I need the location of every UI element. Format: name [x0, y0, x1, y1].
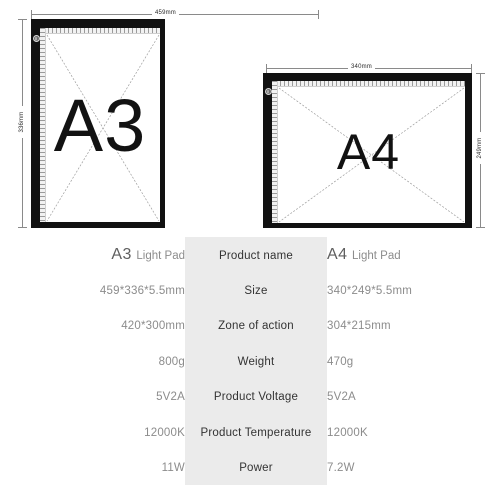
- spec-a3-value: 800g: [0, 343, 185, 378]
- a4-value-text: 304*215mm: [327, 320, 391, 333]
- a4-height-label: 249mm: [475, 132, 485, 164]
- a4-product-name-size: A4: [327, 245, 348, 263]
- spec-a4-value: A4 Light Pad: [327, 237, 500, 272]
- spec-a3-value: 11W: [0, 449, 185, 484]
- a4-screen-label: A4: [336, 124, 401, 180]
- spec-key: Size: [185, 272, 327, 307]
- spec-a3-value: 12000K: [0, 414, 185, 449]
- spec-key: Product Temperature: [185, 414, 327, 449]
- a4-value-text: 470g: [327, 355, 354, 368]
- a3-light-pad: A3: [31, 19, 165, 228]
- a4-height-cap-bottom: [476, 227, 485, 228]
- spec-a3-value: 459*336*5.5mm: [0, 272, 185, 307]
- a3-width-cap-left: [31, 10, 32, 19]
- a4-value-text: 5V2A: [327, 391, 356, 404]
- a3-width-cap-right: [318, 10, 319, 19]
- spec-row: 800g Weight 470g: [0, 343, 500, 378]
- a3-value-text: 420*300mm: [121, 320, 185, 333]
- spec-key: Product Voltage: [185, 379, 327, 414]
- spec-a4-value: 304*215mm: [327, 308, 500, 343]
- a4-value-text: 12000K: [327, 426, 368, 439]
- spec-row: 12000K Product Temperature 12000K: [0, 414, 500, 449]
- a3-width-label: 459mm: [152, 10, 180, 16]
- a3-height-cap-bottom: [18, 227, 27, 228]
- a3-power-button-icon: [32, 35, 40, 42]
- spec-a3-value: A3 Light Pad: [0, 237, 185, 272]
- a4-light-pad: A4: [263, 73, 472, 228]
- a3-height-cap-top: [18, 19, 27, 20]
- a4-screen: A4: [272, 81, 465, 223]
- product-comparison-page: 459mm 336mm A3 340mm 249mm A4 A3 Light P…: [0, 0, 500, 500]
- spec-a4-value: 470g: [327, 343, 500, 378]
- a3-value-text: 11W: [161, 462, 185, 475]
- spec-key-text: Product Voltage: [213, 391, 299, 404]
- spec-row: 459*336*5.5mm Size 340*249*5.5mm: [0, 272, 500, 307]
- spec-key-text: Zone of action: [218, 320, 294, 333]
- spec-key: Product name: [185, 237, 327, 272]
- a3-value-text: 459*336*5.5mm: [99, 285, 185, 298]
- a4-value-text: 7.2W: [327, 462, 355, 475]
- a4-height-cap-top: [476, 73, 485, 74]
- spec-row: 5V2A Product Voltage 5V2A: [0, 379, 500, 414]
- spec-key-text: Product Temperature: [200, 426, 312, 439]
- a3-product-name-type: Light Pad: [136, 249, 185, 262]
- spec-a4-value: 340*249*5.5mm: [327, 272, 500, 307]
- spec-row: 420*300mm Zone of action 304*215mm: [0, 308, 500, 343]
- spec-a4-value: 7.2W: [327, 449, 500, 484]
- product-diagram: 459mm 336mm A3 340mm 249mm A4: [0, 0, 500, 237]
- a3-value-text: 12000K: [144, 426, 185, 439]
- spec-a3-value: 5V2A: [0, 379, 185, 414]
- spec-a3-value: 420*300mm: [0, 308, 185, 343]
- spec-key: Weight: [185, 343, 327, 378]
- specification-table: A3 Light Pad Product name A4 Light Pad 459*…: [0, 237, 500, 485]
- a3-screen-label: A3: [53, 83, 147, 167]
- spec-key-text: Product name: [219, 249, 293, 262]
- a4-power-button-icon: [264, 88, 272, 95]
- a3-screen: A3: [40, 28, 160, 222]
- spec-key-text: Size: [244, 285, 268, 298]
- spec-a4-value: 5V2A: [327, 379, 500, 414]
- a4-width-label: 340mm: [348, 64, 376, 70]
- a3-value-text: 800g: [158, 355, 185, 368]
- spec-a4-value: 12000K: [327, 414, 500, 449]
- spec-key: Power: [185, 449, 327, 484]
- a4-value-text: 340*249*5.5mm: [327, 285, 413, 298]
- a4-width-cap-right: [471, 64, 472, 73]
- spec-key-text: Weight: [237, 355, 275, 368]
- a3-product-name-size: A3: [111, 245, 132, 263]
- spec-row: A3 Light Pad Product name A4 Light Pad: [0, 237, 500, 272]
- a4-product-name-type: Light Pad: [352, 249, 401, 262]
- spec-key-text: Power: [239, 462, 273, 475]
- a3-value-text: 5V2A: [156, 391, 185, 404]
- specification-table-section: A3 Light Pad Product name A4 Light Pad 459*…: [0, 237, 500, 500]
- spec-key: Zone of action: [185, 308, 327, 343]
- spec-row: 11W Power 7.2W: [0, 449, 500, 484]
- a4-width-cap-left: [266, 64, 267, 73]
- a3-height-label: 336mm: [17, 106, 27, 138]
